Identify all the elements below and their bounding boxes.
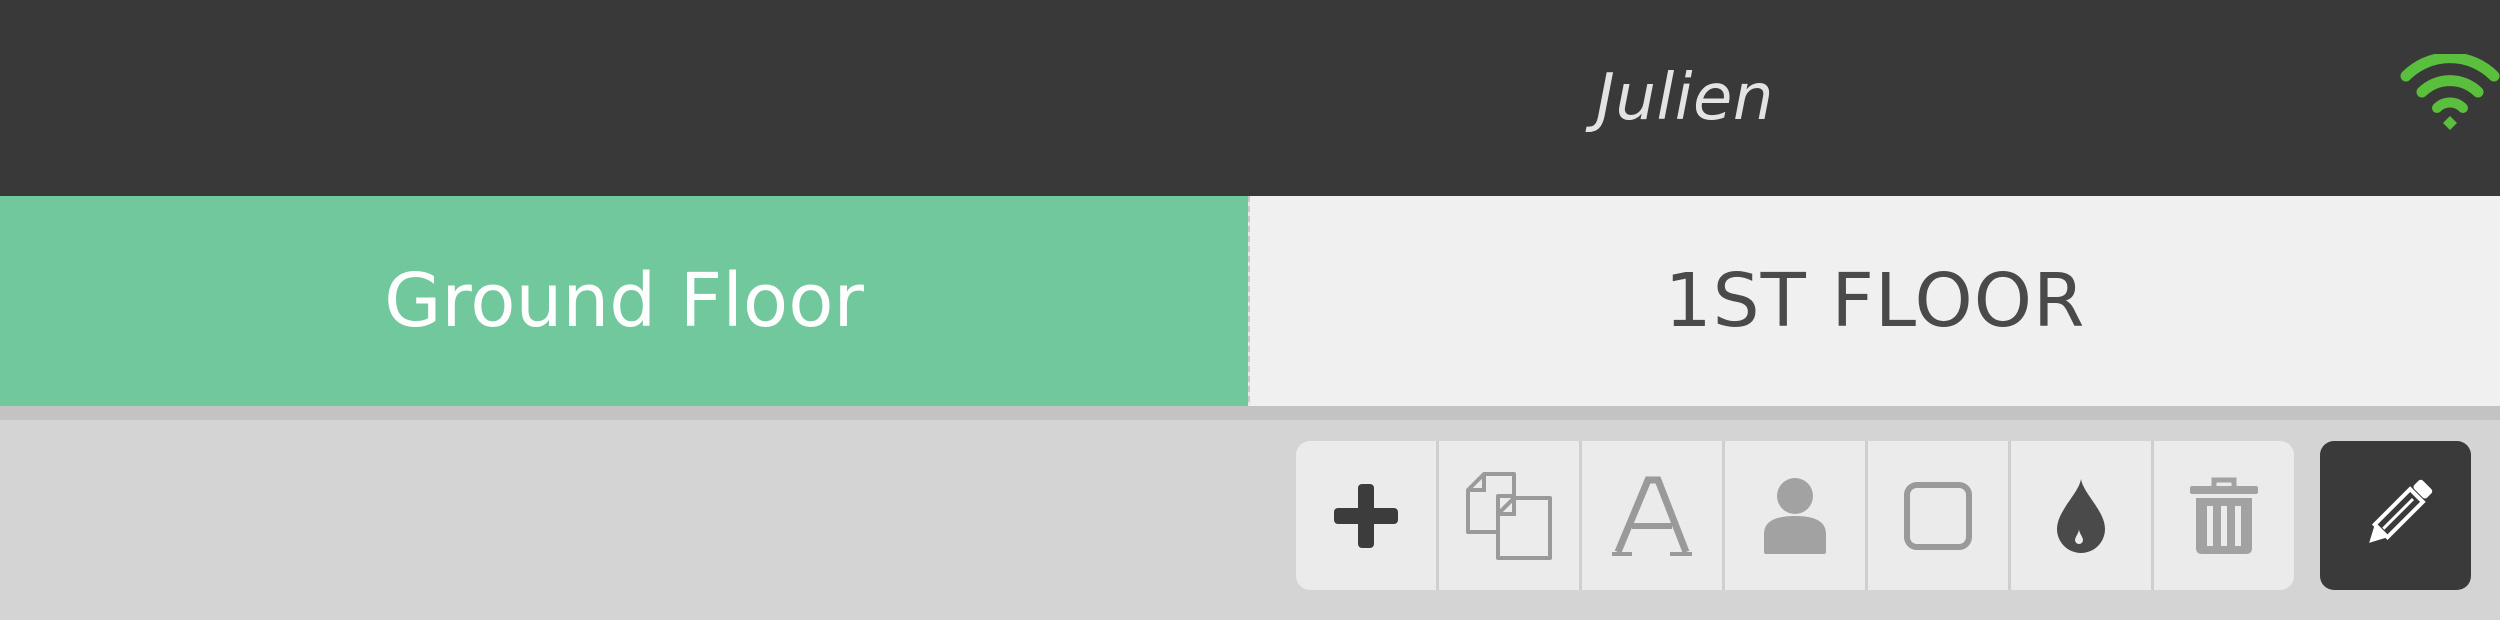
user-name-title: Julien xyxy=(1596,61,1774,135)
wifi-icon xyxy=(2400,52,2500,130)
duplicate-button[interactable] xyxy=(1439,441,1582,590)
text-button[interactable] xyxy=(1582,441,1725,590)
edit-mode-button[interactable] xyxy=(2320,441,2471,590)
trash-icon xyxy=(2190,477,2258,554)
shape-button[interactable] xyxy=(1868,441,2011,590)
rounded-square-icon xyxy=(1904,481,1972,550)
tab-bottom-strip xyxy=(0,406,2500,420)
color-button[interactable] xyxy=(2011,441,2154,590)
app-window: Julien Ground Floor 1ST FLOOR xyxy=(0,0,2500,620)
tab-1st-floor[interactable]: 1ST FLOOR xyxy=(1250,196,2500,406)
floor-tabs: Ground Floor 1ST FLOOR xyxy=(0,196,2500,406)
top-bar: Julien xyxy=(0,0,2500,196)
tab-ground-floor-label: Ground Floor xyxy=(384,258,864,344)
edit-toolbar xyxy=(1296,441,2294,590)
copy-icon xyxy=(1466,471,1552,560)
tab-1st-floor-label: 1ST FLOOR xyxy=(1664,258,2086,344)
user-button[interactable] xyxy=(1725,441,1868,590)
tab-ground-floor[interactable]: Ground Floor xyxy=(0,196,1248,406)
add-button[interactable] xyxy=(1296,441,1439,590)
delete-button[interactable] xyxy=(2154,441,2294,590)
user-icon xyxy=(1764,477,1826,554)
pencil-icon xyxy=(2368,479,2432,543)
text-font-icon xyxy=(1612,476,1692,556)
drop-icon xyxy=(2057,478,2105,553)
plus-icon xyxy=(1334,483,1398,548)
